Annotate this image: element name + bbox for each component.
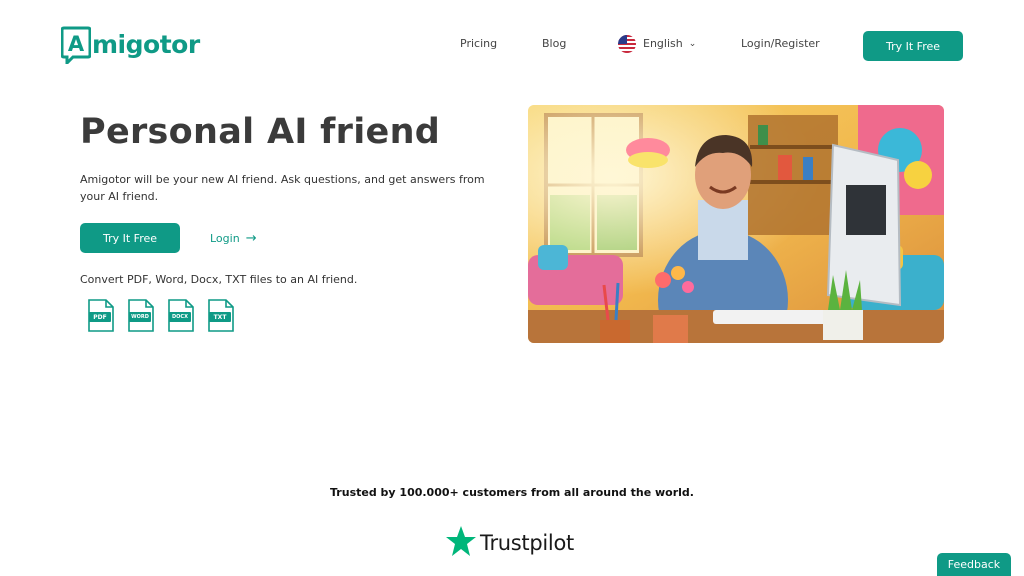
language-selector[interactable]: English ⌄ (618, 35, 696, 53)
us-flag-icon (618, 35, 636, 53)
logo-text: migotor (92, 30, 200, 59)
trusted-by-text: Trusted by 100.000+ customers from all a… (330, 486, 694, 499)
hero-try-free-button[interactable]: Try It Free (80, 223, 180, 253)
header-try-free-button[interactable]: Try It Free (863, 31, 963, 61)
logo[interactable]: A migotor (61, 26, 200, 64)
trustpilot-logo[interactable]: Trustpilot (445, 525, 574, 561)
convert-files-text: Convert PDF, Word, Docx, TXT files to an… (80, 273, 358, 286)
nav-pricing-link[interactable]: Pricing (460, 37, 497, 51)
arrow-right-icon: → (245, 231, 257, 246)
pdf-file-label: PDF (89, 312, 111, 322)
logo-mark-icon: A (61, 26, 91, 64)
language-label: English (643, 37, 683, 50)
hero-title: Personal AI friend (80, 112, 441, 152)
svg-text:A: A (68, 32, 85, 56)
hero-description: Amigotor will be your new AI friend. Ask… (80, 173, 485, 203)
txt-file-icon: TXT (207, 299, 234, 332)
hero-login-link[interactable]: Login → (210, 231, 257, 246)
txt-file-label: TXT (209, 312, 231, 322)
docx-file-label: DOCX (169, 312, 191, 322)
file-type-icons: PDF WORD DOCX TXT (87, 299, 247, 332)
docx-file-icon: DOCX (167, 299, 194, 332)
word-file-label: WORD (129, 312, 151, 322)
star-icon (445, 525, 477, 561)
hero-image (528, 105, 944, 343)
pdf-file-icon: PDF (87, 299, 114, 332)
chevron-down-icon: ⌄ (688, 39, 697, 49)
hero-login-label: Login (210, 232, 240, 245)
trustpilot-label: Trustpilot (480, 531, 574, 555)
word-file-icon: WORD (127, 299, 154, 332)
nav-login-register-link[interactable]: Login/Register (741, 37, 820, 51)
nav-blog-link[interactable]: Blog (542, 37, 566, 51)
feedback-button[interactable]: Feedback (937, 553, 1011, 576)
